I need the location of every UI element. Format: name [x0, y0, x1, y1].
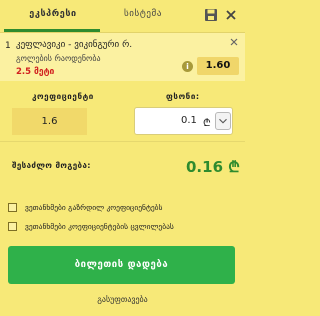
- panel-divider: [0, 141, 245, 142]
- accept-higher-odds-checkbox[interactable]: [8, 203, 17, 212]
- bet-match-name: კეფლავიკი - ვიკინგური რ.: [16, 40, 133, 50]
- accept-odds-change-label: ვეთანხმები კოეფიციენტების ცვლილებას: [25, 222, 174, 231]
- remove-bet-icon[interactable]: [229, 37, 239, 47]
- bet-pick: 2.5 მეტი: [16, 67, 55, 77]
- possible-win-label: შესაძლო მოგება:: [12, 161, 91, 170]
- info-icon[interactable]: i: [182, 61, 193, 72]
- tab-express[interactable]: ეკსპრესი: [12, 9, 94, 19]
- stake-input[interactable]: 0.1 ₾: [134, 107, 233, 135]
- coefficient-value: 1.6: [12, 108, 87, 135]
- tab-system[interactable]: სისტემა: [124, 9, 162, 19]
- accept-higher-odds-label: ვეთანხმები გაზრდილ კოეფიციენტებს: [25, 203, 163, 212]
- possible-win-value: 0.16 ₾: [186, 158, 240, 176]
- betslip-tabs: ეკსპრესი სისტემა: [0, 0, 245, 32]
- save-icon[interactable]: [204, 8, 218, 22]
- close-icon[interactable]: [224, 8, 238, 22]
- clear-button[interactable]: გასუფთავება: [0, 295, 245, 304]
- stake-panel: კოეფიციენტი ფსონი: 1.6 0.1 ₾ შესაძლო მოგ…: [0, 81, 245, 316]
- bet-item: 1 კეფლავიკი - ვიკინგური რ. გოლების რაოდე…: [0, 33, 245, 81]
- bet-odds: 1.60: [197, 57, 239, 75]
- chevron-down-icon[interactable]: [215, 112, 231, 130]
- stake-value[interactable]: 0.1: [181, 115, 197, 126]
- bet-number: 1: [5, 41, 11, 51]
- place-bet-button[interactable]: ბილეთის დადება: [8, 246, 235, 284]
- bet-market: გოლების რაოდენობა: [16, 54, 101, 63]
- accept-odds-change-checkbox[interactable]: [8, 222, 17, 231]
- coefficient-label: კოეფიციენტი: [32, 92, 94, 101]
- stake-label: ფსონი:: [166, 92, 200, 101]
- currency-symbol: ₾: [203, 118, 211, 129]
